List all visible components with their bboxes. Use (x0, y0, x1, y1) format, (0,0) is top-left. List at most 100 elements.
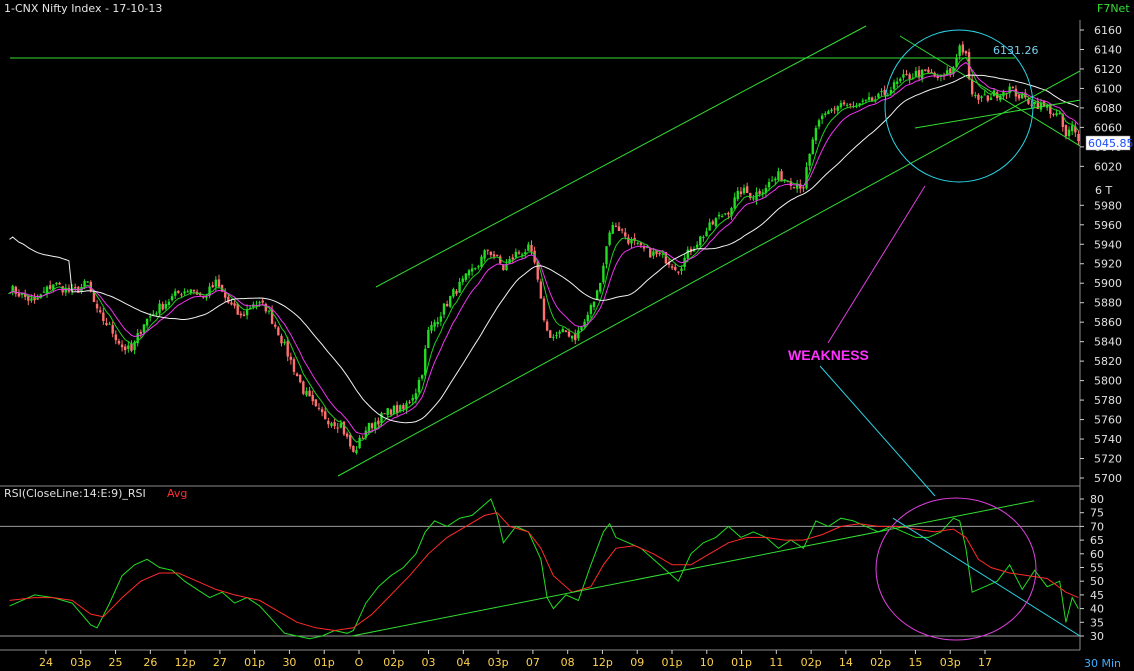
rsi-series (9, 497, 1081, 641)
candle-body (261, 300, 264, 303)
candle-body (108, 323, 111, 325)
candle-body (574, 333, 577, 341)
candle-body (770, 180, 774, 182)
x-tick-label: 24 (39, 656, 53, 669)
candle-body (383, 413, 386, 415)
candle-body (42, 291, 46, 293)
candle-body (880, 91, 883, 93)
x-tick-label: 03p (488, 656, 509, 669)
candle-body (314, 399, 318, 407)
candle-body (814, 128, 818, 141)
annotations (10, 25, 1081, 497)
candle-body (114, 334, 118, 341)
candle-body (661, 253, 664, 255)
x-tick-label: 17 (978, 656, 992, 669)
price-tick-label: 5960 (1094, 219, 1122, 232)
candle-body (336, 427, 339, 429)
candle-body (277, 327, 280, 336)
price-tick-label: 6140 (1094, 43, 1122, 56)
candle-body (386, 408, 389, 415)
candle-body (183, 291, 186, 294)
candle-body (1064, 125, 1068, 137)
candle-body (464, 273, 468, 280)
candle-body (139, 331, 143, 334)
candle-body (908, 74, 911, 80)
candle-body (595, 290, 599, 300)
candle-body (280, 335, 283, 344)
rsi-tick-label: 45 (1090, 589, 1104, 602)
candle-body (36, 298, 39, 300)
candle-body (289, 356, 293, 360)
candle-body (436, 321, 439, 325)
candle-body (308, 390, 311, 397)
candle-body (720, 216, 724, 218)
candle-body (211, 285, 214, 288)
x-tick-label: 07 (526, 656, 540, 669)
candle-body (155, 313, 158, 315)
candle-body (839, 103, 843, 108)
candle-body (292, 359, 296, 372)
price-tick-label: 5720 (1094, 453, 1122, 466)
x-tick-label: 03p (940, 656, 961, 669)
weakness-pointer-line-lower (819, 365, 936, 497)
flag-lower-line (914, 99, 1081, 129)
candle-body (433, 322, 436, 327)
candle-body (145, 318, 149, 326)
axis-marker: 6 T (1095, 184, 1112, 197)
candle-body (242, 314, 246, 317)
candle-body (636, 242, 639, 244)
candle-body (527, 244, 530, 251)
candle-body (589, 305, 593, 314)
candle-body (395, 405, 399, 413)
candle-body (283, 341, 286, 344)
candle-body (224, 292, 227, 298)
x-tick-label: 12p (592, 656, 613, 669)
candle-body (286, 341, 289, 357)
candle-body (717, 214, 721, 217)
x-tick-label: 30 (282, 656, 296, 669)
candle-body (408, 401, 411, 403)
candle-body (320, 409, 324, 413)
candle-body (958, 45, 961, 56)
price-tick-label: 6080 (1094, 102, 1122, 115)
candle-body (345, 433, 349, 437)
candle-body (652, 251, 655, 256)
rsi-tick-label: 30 (1090, 630, 1104, 643)
candle-body (520, 254, 524, 256)
rsi-tick-label: 55 (1090, 562, 1104, 575)
candle-body (411, 397, 414, 401)
candle-body (752, 198, 755, 200)
candle-body (167, 301, 171, 305)
candle-body (833, 108, 836, 110)
candle-body (355, 450, 358, 454)
price-tick-label: 5700 (1094, 472, 1122, 485)
candle-body (417, 379, 421, 393)
candle-body (127, 345, 130, 349)
x-tick-label: 02p (383, 656, 404, 669)
candle-body (1011, 86, 1015, 88)
ema-mid-line (9, 61, 1079, 435)
candle-body (130, 343, 133, 351)
candle-body (1052, 114, 1055, 116)
candle-body (470, 268, 474, 272)
candle-body (586, 314, 589, 322)
candle-body (777, 171, 780, 181)
candle-body (861, 100, 864, 102)
candle-body (30, 298, 33, 301)
candle-body (392, 405, 396, 414)
candle-body (420, 375, 424, 379)
candle-body (924, 69, 927, 71)
x-tick-label: 03 (422, 656, 436, 669)
candle-body (736, 190, 739, 200)
candle-body (624, 232, 627, 237)
candle-body (608, 232, 611, 245)
candle-body (149, 316, 152, 318)
candle-body (1077, 133, 1080, 142)
x-tick-label: 12p (175, 656, 196, 669)
candle-body (86, 281, 89, 283)
candle-body (830, 109, 833, 112)
candle-body (849, 103, 852, 105)
candle-body (1030, 104, 1033, 106)
candle-body (495, 254, 499, 256)
candle-body (102, 312, 105, 321)
